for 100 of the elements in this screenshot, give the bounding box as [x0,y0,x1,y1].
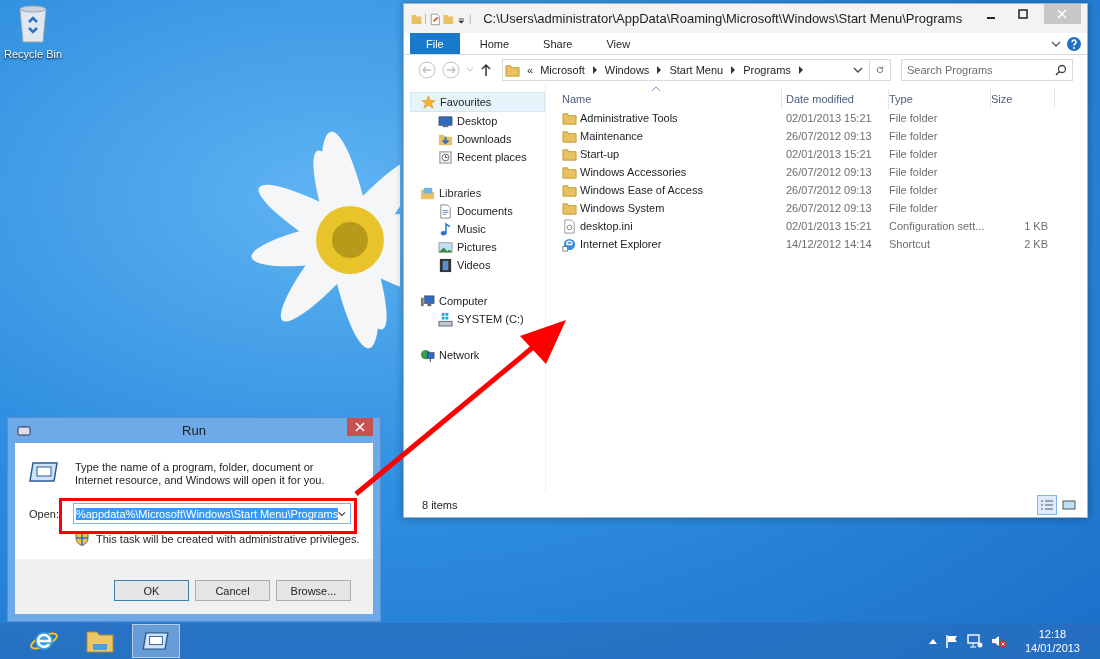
settings-file-icon [562,218,577,234]
film-icon [438,257,453,273]
breadcrumb-overflow[interactable]: « [527,64,534,76]
folder-icon [562,146,577,162]
run-icon [29,461,59,483]
type-cell-text: File folder [889,112,939,124]
type-cell-text: Configuration sett... [889,220,986,232]
breadcrumb-item[interactable]: Microsoft [540,64,585,76]
dialog-title: Run [181,423,207,438]
folder-icon [562,164,577,180]
file-name[interactable]: Administrative Tools [580,112,678,124]
flag-icon[interactable] [944,634,959,648]
folder-icon [85,628,115,654]
chevron-down-icon[interactable] [853,66,863,74]
libraries-icon [420,185,435,201]
column-header[interactable]: Name [562,89,782,109]
close-icon [1057,9,1068,19]
dialog-button[interactable]: OK [114,580,189,601]
refresh-icon [876,64,884,76]
date-cell-text: 26/07/2012 09:13 [786,130,873,142]
nav-item[interactable]: Pictures [410,238,497,256]
sort-caret-icon [652,86,660,91]
date-cell-text: 02/01/2013 15:21 [786,112,873,124]
chevron-right-icon[interactable] [656,66,663,74]
picture-icon [438,239,453,255]
run-taskbar-button[interactable] [132,624,180,658]
date-cell-text: 14/12/2012 14:14 [786,238,873,250]
breadcrumb-item[interactable]: Windows [604,64,650,76]
chevron-right-icon[interactable] [730,66,737,74]
nav-item[interactable]: SYSTEM (C:) [410,310,524,328]
star-icon [421,94,436,110]
clock-time[interactable]: 12:18 [1038,627,1067,641]
nav-item[interactable]: Favourites [410,92,545,112]
ribbon-tab[interactable]: View [592,33,645,54]
folder-icon [562,110,577,126]
instruction-text: Type the name of a program, folder, document or Internet resource, and Windows will open it for you. [75,461,326,487]
privilege-notice: This task will be created with administrative privileges. [96,532,360,545]
browser-shortcut-icon [562,236,577,252]
column-header[interactable]: Date modified [786,89,889,109]
chevron-down-icon[interactable] [338,509,346,518]
ribbon-tab[interactable]: Home [465,33,524,54]
folder-icon [562,128,577,144]
file-name[interactable]: Windows Accessories [580,166,687,178]
nav-item[interactable]: Documents [410,202,513,220]
file-name[interactable]: Windows System [580,202,665,214]
search-field[interactable]: Search Programs [901,59,1073,81]
close-button[interactable] [347,418,373,436]
column-header[interactable]: Type [889,89,991,109]
file-name[interactable]: Internet Explorer [580,238,662,250]
folder-icon [562,200,577,216]
show-hidden-icons-icon[interactable] [928,638,937,644]
recycle-bin-icon[interactable] [17,4,49,44]
chevron-right-icon[interactable] [797,66,804,74]
type-cell-text: Shortcut [889,238,931,250]
nav-item[interactable]: Music [410,220,486,238]
file-name[interactable]: Start-up [580,148,620,160]
dialog-button[interactable]: Cancel [195,580,270,601]
type-cell-text: File folder [889,166,939,178]
nav-item[interactable]: Libraries [410,184,482,202]
nav-item[interactable]: Videos [410,256,491,274]
chevron-down-icon[interactable] [1051,39,1061,48]
window-title: C:\Users\administrator\AppData\Roaming\Microsoft\Windows\Start Menu\Programs [483,11,963,26]
chevron-right-icon[interactable] [591,66,598,74]
tiles-icon [1062,499,1076,511]
nav-item[interactable]: Downloads [410,130,512,148]
date-cell-text: 26/07/2012 09:13 [786,202,873,214]
dialog-button[interactable]: Browse... [276,580,351,601]
network-icon[interactable] [966,634,983,648]
breadcrumb-item[interactable]: Programs [743,64,791,76]
muted-speaker-icon[interactable] [990,634,1007,648]
nav-item[interactable]: Computer [410,292,488,310]
maximize-icon [1018,9,1029,19]
nav-item[interactable]: Recent places [410,148,527,166]
date-cell-text: 26/07/2012 09:13 [786,166,873,178]
search-icon [1055,64,1067,76]
minimize-icon [985,17,996,19]
address-bar[interactable]: « Microsoft Windows Start Menu Programs [502,59,870,81]
file-name[interactable]: Maintenance [580,130,643,142]
nav-item[interactable]: Desktop [410,112,498,130]
type-cell-text: File folder [889,148,939,160]
network-icon [420,347,435,363]
ribbon-tab[interactable]: File [410,33,460,54]
date-cell-text: 26/07/2012 09:13 [786,184,873,196]
up-arrow-icon[interactable] [480,63,492,77]
ribbon-tab[interactable]: Share [529,33,587,54]
file-name[interactable]: desktop.ini [580,220,633,232]
folder-icon [562,182,577,198]
refresh-button[interactable] [869,59,891,81]
clock-date[interactable]: 14/01/2013 [1024,641,1080,655]
details-list-icon [1040,499,1054,511]
date-cell-text: 02/01/2013 15:21 [786,220,873,232]
file-name[interactable]: Windows Ease of Access [580,184,703,196]
type-cell-text: File folder [889,184,939,196]
breadcrumb-item[interactable]: Start Menu [669,64,724,76]
folder-icon [505,62,520,78]
help-icon[interactable] [1067,36,1081,51]
nav-item[interactable]: Network [410,346,480,364]
date-cell-text: 02/01/2013 15:21 [786,148,873,160]
music-note-icon [438,221,453,237]
column-header[interactable]: Size [991,89,1055,109]
